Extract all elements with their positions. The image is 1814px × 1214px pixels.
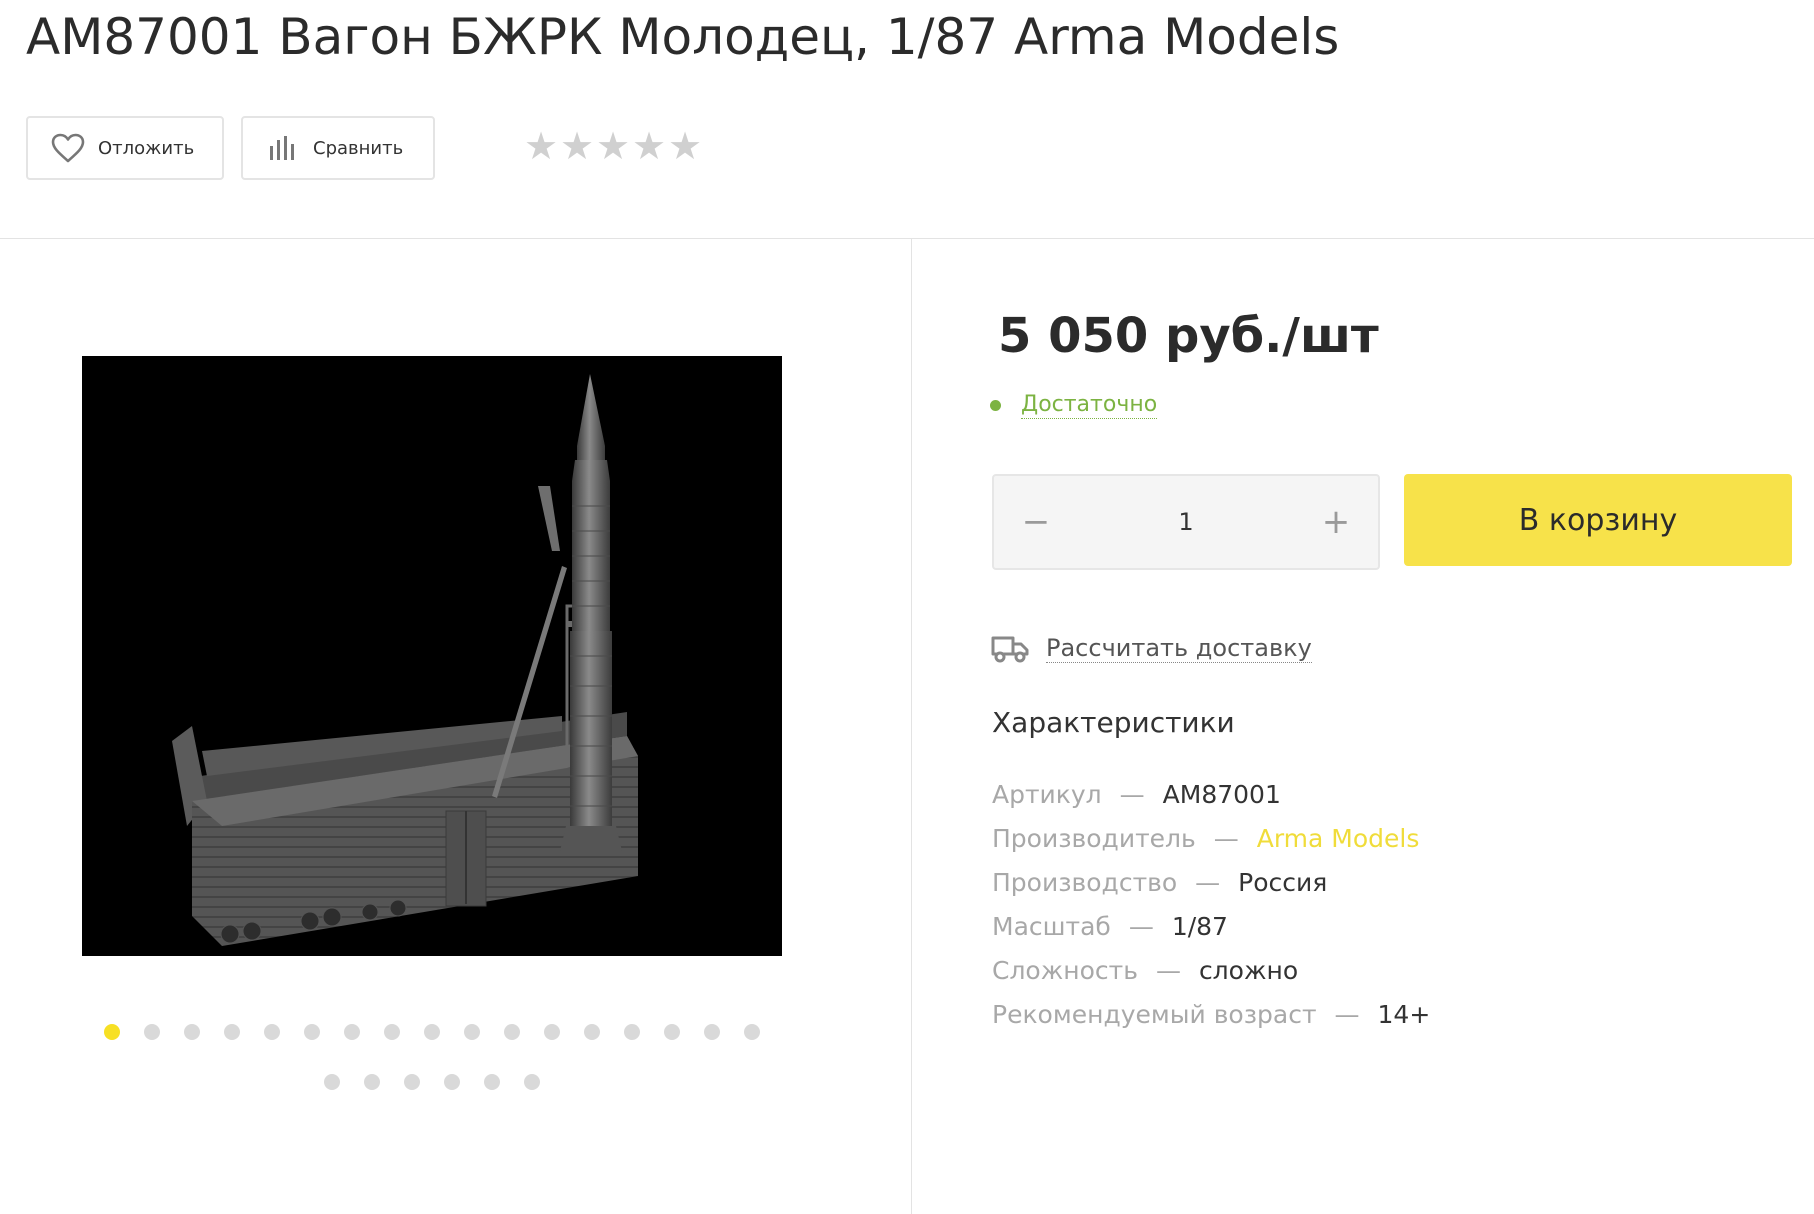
truck-icon (990, 632, 1030, 664)
compare-button[interactable]: Сравнить (241, 116, 435, 180)
spec-key: Производство (992, 867, 1178, 897)
gallery-dot[interactable] (344, 1024, 360, 1040)
spec-value: 14+ (1377, 999, 1431, 1029)
star-icon[interactable]: ★ (596, 122, 630, 170)
gallery-dot[interactable] (404, 1074, 420, 1090)
gallery-dot[interactable] (304, 1024, 320, 1040)
gallery-dot[interactable] (464, 1024, 480, 1040)
page-title: AM87001 Вагон БЖРК Молодец, 1/87 Arma Mo… (26, 8, 1340, 66)
spec-row-article: Артикул — AM87001 (992, 772, 1430, 816)
header-divider (0, 238, 1814, 239)
spec-row-complexity: Сложность — сложно (992, 948, 1430, 992)
gallery-dot[interactable] (184, 1024, 200, 1040)
characteristics-list: Артикул — AM87001 Производитель — Arma M… (992, 772, 1430, 1036)
quantity-stepper: − + (992, 474, 1380, 570)
spec-separator: — (1128, 911, 1154, 941)
manufacturer-link[interactable]: Arma Models (1257, 824, 1420, 853)
product-image[interactable] (82, 356, 782, 956)
gallery-dot[interactable] (584, 1024, 600, 1040)
gallery-dot[interactable] (424, 1024, 440, 1040)
spec-separator: — (1195, 867, 1221, 897)
heart-icon (50, 130, 86, 166)
spec-value: AM87001 (1162, 779, 1281, 809)
bar-chart-icon (265, 130, 301, 166)
stock-indicator-icon (990, 400, 1001, 411)
compare-label: Сравнить (313, 137, 404, 159)
spec-row-scale: Масштаб — 1/87 (992, 904, 1430, 948)
star-icon[interactable]: ★ (668, 122, 702, 170)
quantity-input[interactable] (1126, 508, 1246, 536)
gallery-dot[interactable] (324, 1074, 340, 1090)
spec-row-age: Рекомендуемый возраст — 14+ (992, 992, 1430, 1036)
postpone-button[interactable]: Отложить (26, 116, 224, 180)
gallery-dot[interactable] (264, 1024, 280, 1040)
rating-stars[interactable]: ★ ★ ★ ★ ★ (524, 122, 702, 170)
column-divider (911, 239, 912, 1214)
star-icon[interactable]: ★ (560, 122, 594, 170)
stock-status[interactable]: Достаточно (990, 392, 1158, 419)
spec-value: 1/87 (1171, 911, 1228, 941)
calculate-delivery-label[interactable]: Рассчитать доставку (1046, 634, 1312, 663)
spec-key: Производитель (992, 823, 1196, 853)
spec-key: Сложность (992, 955, 1138, 985)
star-icon[interactable]: ★ (524, 122, 558, 170)
spec-key: Артикул (992, 779, 1102, 809)
gallery-dot[interactable] (704, 1024, 720, 1040)
gallery-dot[interactable] (224, 1024, 240, 1040)
gallery-dot[interactable] (384, 1024, 400, 1040)
gallery-dot[interactable] (504, 1024, 520, 1040)
increase-button[interactable]: + (1312, 498, 1360, 546)
gallery-dots-row (82, 1024, 782, 1040)
spec-row-manufacturer: Производитель — Arma Models (992, 816, 1430, 860)
decrease-button[interactable]: − (1012, 498, 1060, 546)
product-price: 5 050 руб./шт (998, 308, 1379, 364)
gallery-dot[interactable] (444, 1074, 460, 1090)
spec-separator: — (1213, 823, 1239, 853)
gallery-dot[interactable] (484, 1074, 500, 1090)
postpone-label: Отложить (98, 137, 195, 159)
gallery-dot[interactable] (664, 1024, 680, 1040)
gallery-dot[interactable] (544, 1024, 560, 1040)
star-icon[interactable]: ★ (632, 122, 666, 170)
spec-key: Масштаб (992, 911, 1111, 941)
characteristics-title: Характеристики (992, 706, 1235, 739)
spec-separator: — (1155, 955, 1181, 985)
spec-separator: — (1334, 999, 1360, 1029)
calculate-delivery-link[interactable]: Рассчитать доставку (990, 632, 1312, 664)
gallery-dot[interactable] (744, 1024, 760, 1040)
gallery-dot[interactable] (144, 1024, 160, 1040)
gallery-dot[interactable] (104, 1024, 120, 1040)
spec-separator: — (1119, 779, 1145, 809)
spec-value: Россия (1238, 867, 1328, 897)
add-to-cart-button[interactable]: В корзину (1404, 474, 1792, 566)
gallery-dot[interactable] (364, 1074, 380, 1090)
spec-key: Рекомендуемый возраст (992, 999, 1317, 1029)
gallery-dots-row (82, 1074, 782, 1090)
gallery-dot[interactable] (524, 1074, 540, 1090)
gallery-dot[interactable] (624, 1024, 640, 1040)
spec-row-production: Производство — Россия (992, 860, 1430, 904)
stock-status-label[interactable]: Достаточно (1021, 392, 1158, 419)
spec-value: сложно (1198, 955, 1299, 985)
